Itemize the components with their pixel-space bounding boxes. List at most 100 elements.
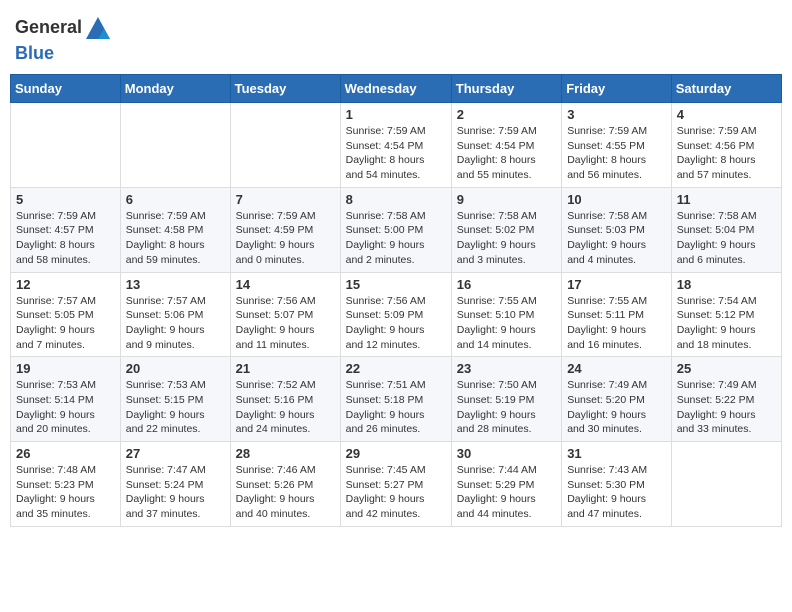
day-info: Sunrise: 7:53 AM Sunset: 5:14 PM Dayligh… bbox=[16, 378, 115, 437]
day-info: Sunrise: 7:58 AM Sunset: 5:00 PM Dayligh… bbox=[346, 209, 446, 268]
day-info: Sunrise: 7:57 AM Sunset: 5:05 PM Dayligh… bbox=[16, 294, 115, 353]
day-number: 3 bbox=[567, 107, 666, 122]
day-number: 15 bbox=[346, 277, 446, 292]
calendar-cell: 26 Sunrise: 7:48 AM Sunset: 5:23 PM Dayli… bbox=[11, 442, 121, 527]
day-number: 20 bbox=[126, 361, 225, 376]
day-info: Sunrise: 7:55 AM Sunset: 5:11 PM Dayligh… bbox=[567, 294, 666, 353]
day-info: Sunrise: 7:48 AM Sunset: 5:23 PM Dayligh… bbox=[16, 463, 115, 522]
day-info: Sunrise: 7:50 AM Sunset: 5:19 PM Dayligh… bbox=[457, 378, 556, 437]
day-number: 18 bbox=[677, 277, 776, 292]
calendar-cell: 28 Sunrise: 7:46 AM Sunset: 5:26 PM Dayli… bbox=[230, 442, 340, 527]
calendar-week-row: 19 Sunrise: 7:53 AM Sunset: 5:14 PM Dayli… bbox=[11, 357, 782, 442]
calendar-cell bbox=[671, 442, 781, 527]
day-number: 29 bbox=[346, 446, 446, 461]
calendar-cell: 25 Sunrise: 7:49 AM Sunset: 5:22 PM Dayli… bbox=[671, 357, 781, 442]
day-number: 10 bbox=[567, 192, 666, 207]
day-number: 24 bbox=[567, 361, 666, 376]
page-header: General Blue bbox=[10, 10, 782, 64]
day-number: 30 bbox=[457, 446, 556, 461]
day-number: 5 bbox=[16, 192, 115, 207]
day-info: Sunrise: 7:59 AM Sunset: 4:57 PM Dayligh… bbox=[16, 209, 115, 268]
day-info: Sunrise: 7:49 AM Sunset: 5:20 PM Dayligh… bbox=[567, 378, 666, 437]
calendar-cell: 15 Sunrise: 7:56 AM Sunset: 5:09 PM Dayli… bbox=[340, 272, 451, 357]
day-number: 8 bbox=[346, 192, 446, 207]
calendar-cell: 8 Sunrise: 7:58 AM Sunset: 5:00 PM Daylig… bbox=[340, 187, 451, 272]
day-number: 26 bbox=[16, 446, 115, 461]
day-info: Sunrise: 7:59 AM Sunset: 4:59 PM Dayligh… bbox=[236, 209, 335, 268]
calendar-cell: 13Sunrise: 7:57 AM Sunset: 5:06 PM Dayli… bbox=[120, 272, 230, 357]
day-number: 11 bbox=[677, 192, 776, 207]
calendar-cell bbox=[11, 103, 121, 188]
day-info: Sunrise: 7:44 AM Sunset: 5:29 PM Dayligh… bbox=[457, 463, 556, 522]
logo-blue: Blue bbox=[15, 43, 54, 63]
day-number: 21 bbox=[236, 361, 335, 376]
calendar-cell: 16Sunrise: 7:55 AM Sunset: 5:10 PM Dayli… bbox=[451, 272, 561, 357]
logo-icon bbox=[84, 15, 112, 43]
day-number: 23 bbox=[457, 361, 556, 376]
day-info: Sunrise: 7:45 AM Sunset: 5:27 PM Dayligh… bbox=[346, 463, 446, 522]
day-number: 1 bbox=[346, 107, 446, 122]
calendar-cell: 22Sunrise: 7:51 AM Sunset: 5:18 PM Dayli… bbox=[340, 357, 451, 442]
calendar-cell: 4Sunrise: 7:59 AM Sunset: 4:56 PM Daylig… bbox=[671, 103, 781, 188]
day-info: Sunrise: 7:43 AM Sunset: 5:30 PM Dayligh… bbox=[567, 463, 666, 522]
calendar-cell: 14Sunrise: 7:56 AM Sunset: 5:07 PM Dayli… bbox=[230, 272, 340, 357]
calendar-week-row: 26 Sunrise: 7:48 AM Sunset: 5:23 PM Dayli… bbox=[11, 442, 782, 527]
day-number: 2 bbox=[457, 107, 556, 122]
day-number: 12 bbox=[16, 277, 115, 292]
calendar-cell: 2Sunrise: 7:59 AM Sunset: 4:54 PM Daylig… bbox=[451, 103, 561, 188]
calendar-cell: 29 Sunrise: 7:45 AM Sunset: 5:27 PM Dayli… bbox=[340, 442, 451, 527]
weekday-header: Wednesday bbox=[340, 75, 451, 103]
day-number: 13 bbox=[126, 277, 225, 292]
calendar-cell: 24 Sunrise: 7:49 AM Sunset: 5:20 PM Dayli… bbox=[562, 357, 672, 442]
calendar-cell: 6 Sunrise: 7:59 AM Sunset: 4:58 PM Daylig… bbox=[120, 187, 230, 272]
day-number: 27 bbox=[126, 446, 225, 461]
calendar-cell bbox=[230, 103, 340, 188]
day-number: 28 bbox=[236, 446, 335, 461]
day-info: Sunrise: 7:46 AM Sunset: 5:26 PM Dayligh… bbox=[236, 463, 335, 522]
day-info: Sunrise: 7:59 AM Sunset: 4:54 PM Dayligh… bbox=[346, 124, 446, 183]
day-number: 6 bbox=[126, 192, 225, 207]
day-info: Sunrise: 7:59 AM Sunset: 4:58 PM Dayligh… bbox=[126, 209, 225, 268]
calendar-cell: 23 Sunrise: 7:50 AM Sunset: 5:19 PM Dayli… bbox=[451, 357, 561, 442]
day-number: 19 bbox=[16, 361, 115, 376]
calendar-cell: 31 Sunrise: 7:43 AM Sunset: 5:30 PM Dayli… bbox=[562, 442, 672, 527]
calendar-header-row: SundayMondayTuesdayWednesdayThursdayFrid… bbox=[11, 75, 782, 103]
calendar-table: SundayMondayTuesdayWednesdayThursdayFrid… bbox=[10, 74, 782, 527]
calendar-cell: 30 Sunrise: 7:44 AM Sunset: 5:29 PM Dayli… bbox=[451, 442, 561, 527]
calendar-cell: 20 Sunrise: 7:53 AM Sunset: 5:15 PM Dayli… bbox=[120, 357, 230, 442]
day-info: Sunrise: 7:56 AM Sunset: 5:09 PM Dayligh… bbox=[346, 294, 446, 353]
day-number: 9 bbox=[457, 192, 556, 207]
day-info: Sunrise: 7:52 AM Sunset: 5:16 PM Dayligh… bbox=[236, 378, 335, 437]
calendar-cell: 10Sunrise: 7:58 AM Sunset: 5:03 PM Dayli… bbox=[562, 187, 672, 272]
weekday-header: Thursday bbox=[451, 75, 561, 103]
day-info: Sunrise: 7:54 AM Sunset: 5:12 PM Dayligh… bbox=[677, 294, 776, 353]
day-info: Sunrise: 7:51 AM Sunset: 5:18 PM Dayligh… bbox=[346, 378, 446, 437]
calendar-cell: 7 Sunrise: 7:59 AM Sunset: 4:59 PM Daylig… bbox=[230, 187, 340, 272]
calendar-cell: 1 Sunrise: 7:59 AM Sunset: 4:54 PM Daylig… bbox=[340, 103, 451, 188]
calendar-cell: 12 Sunrise: 7:57 AM Sunset: 5:05 PM Dayli… bbox=[11, 272, 121, 357]
day-info: Sunrise: 7:59 AM Sunset: 4:56 PM Dayligh… bbox=[677, 124, 776, 183]
calendar-cell: 18 Sunrise: 7:54 AM Sunset: 5:12 PM Dayli… bbox=[671, 272, 781, 357]
weekday-header: Monday bbox=[120, 75, 230, 103]
calendar-cell: 5 Sunrise: 7:59 AM Sunset: 4:57 PM Daylig… bbox=[11, 187, 121, 272]
day-number: 31 bbox=[567, 446, 666, 461]
day-info: Sunrise: 7:49 AM Sunset: 5:22 PM Dayligh… bbox=[677, 378, 776, 437]
logo: General Blue bbox=[15, 15, 114, 64]
calendar-cell bbox=[120, 103, 230, 188]
day-info: Sunrise: 7:53 AM Sunset: 5:15 PM Dayligh… bbox=[126, 378, 225, 437]
calendar-cell: 17Sunrise: 7:55 AM Sunset: 5:11 PM Dayli… bbox=[562, 272, 672, 357]
calendar-cell: 9 Sunrise: 7:58 AM Sunset: 5:02 PM Daylig… bbox=[451, 187, 561, 272]
calendar-cell: 11 Sunrise: 7:58 AM Sunset: 5:04 PM Dayli… bbox=[671, 187, 781, 272]
day-info: Sunrise: 7:58 AM Sunset: 5:04 PM Dayligh… bbox=[677, 209, 776, 268]
calendar-week-row: 5 Sunrise: 7:59 AM Sunset: 4:57 PM Daylig… bbox=[11, 187, 782, 272]
day-number: 7 bbox=[236, 192, 335, 207]
calendar-cell: 19 Sunrise: 7:53 AM Sunset: 5:14 PM Dayli… bbox=[11, 357, 121, 442]
day-number: 14 bbox=[236, 277, 335, 292]
logo-text: General Blue bbox=[15, 15, 114, 64]
day-info: Sunrise: 7:58 AM Sunset: 5:02 PM Dayligh… bbox=[457, 209, 556, 268]
day-info: Sunrise: 7:47 AM Sunset: 5:24 PM Dayligh… bbox=[126, 463, 225, 522]
day-info: Sunrise: 7:59 AM Sunset: 4:55 PM Dayligh… bbox=[567, 124, 666, 183]
day-number: 25 bbox=[677, 361, 776, 376]
calendar-cell: 3 Sunrise: 7:59 AM Sunset: 4:55 PM Daylig… bbox=[562, 103, 672, 188]
logo-general: General bbox=[15, 17, 82, 37]
